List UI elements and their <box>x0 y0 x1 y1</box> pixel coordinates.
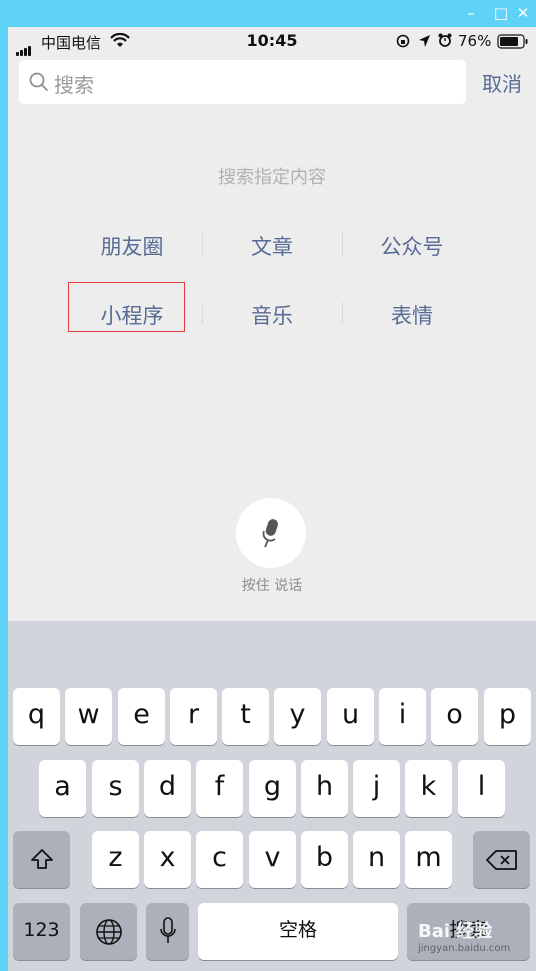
key-e[interactable]: e <box>118 688 165 745</box>
key-p[interactable]: p <box>484 688 531 745</box>
key-z[interactable]: z <box>92 831 139 888</box>
key-a[interactable]: a <box>39 760 86 817</box>
battery-icon <box>497 34 528 49</box>
shift-key[interactable] <box>13 831 70 888</box>
key-v[interactable]: v <box>249 831 296 888</box>
key-i[interactable]: i <box>379 688 426 745</box>
key-d[interactable]: d <box>144 760 191 817</box>
key-o[interactable]: o <box>431 688 478 745</box>
window-title-bar: – □ ✕ <box>0 0 536 27</box>
key-y[interactable]: y <box>274 688 321 745</box>
key-u[interactable]: u <box>327 688 374 745</box>
microphone-icon <box>262 519 278 548</box>
category-moments[interactable]: 朋友圈 <box>62 231 202 261</box>
status-bar: 中国电信 10:45 76% <box>8 27 536 56</box>
key-f[interactable]: f <box>196 760 243 817</box>
key-c[interactable]: c <box>196 831 243 888</box>
search-icon <box>29 72 48 91</box>
location-icon <box>419 35 430 47</box>
globe-key[interactable] <box>80 903 137 960</box>
key-h[interactable]: h <box>301 760 348 817</box>
key-g[interactable]: g <box>249 760 296 817</box>
key-l[interactable]: l <box>458 760 505 817</box>
microphone-icon <box>160 917 176 943</box>
category-music[interactable]: 音乐 <box>202 300 342 330</box>
search-placeholder: 搜索 <box>54 73 94 97</box>
space-key[interactable]: 空格 <box>198 903 398 960</box>
category-stickers[interactable]: 表情 <box>342 300 482 330</box>
key-s[interactable]: s <box>92 760 139 817</box>
minimize-button[interactable]: – <box>456 2 486 24</box>
globe-icon <box>96 919 122 945</box>
voice-input-button[interactable] <box>236 498 306 568</box>
dictation-key[interactable] <box>146 903 189 960</box>
key-t[interactable]: t <box>222 688 269 745</box>
close-button[interactable]: ✕ <box>508 2 536 24</box>
category-articles[interactable]: 文章 <box>202 231 342 261</box>
alarm-icon <box>438 33 452 47</box>
voice-hint-label: 按住 说话 <box>241 578 303 594</box>
delete-key[interactable] <box>473 831 530 888</box>
key-q[interactable]: q <box>13 688 60 745</box>
backspace-icon <box>486 850 517 870</box>
phone-screen: 中国电信 10:45 76% 搜索 取消 搜索指定内容 朋友圈 文章 公众号 小… <box>8 27 536 971</box>
category-official-accounts[interactable]: 公众号 <box>342 231 482 261</box>
cancel-button[interactable]: 取消 <box>482 68 522 97</box>
key-j[interactable]: j <box>353 760 400 817</box>
search-hint: 搜索指定内容 <box>218 167 326 188</box>
search-input[interactable]: 搜索 <box>19 60 466 104</box>
key-k[interactable]: k <box>405 760 452 817</box>
key-r[interactable]: r <box>170 688 217 745</box>
key-m[interactable]: m <box>405 831 452 888</box>
key-w[interactable]: w <box>65 688 112 745</box>
highlight-box <box>68 282 185 332</box>
key-n[interactable]: n <box>353 831 400 888</box>
rotation-lock-icon <box>396 34 410 48</box>
clock: 10:45 <box>246 31 298 50</box>
key-b[interactable]: b <box>301 831 348 888</box>
shift-icon <box>31 849 53 869</box>
baidu-watermark: Bai 经验 jingyan.baidu.com <box>418 921 511 954</box>
battery-percentage: 76% <box>458 32 492 50</box>
numbers-key[interactable]: 123 <box>13 903 70 960</box>
key-x[interactable]: x <box>144 831 191 888</box>
